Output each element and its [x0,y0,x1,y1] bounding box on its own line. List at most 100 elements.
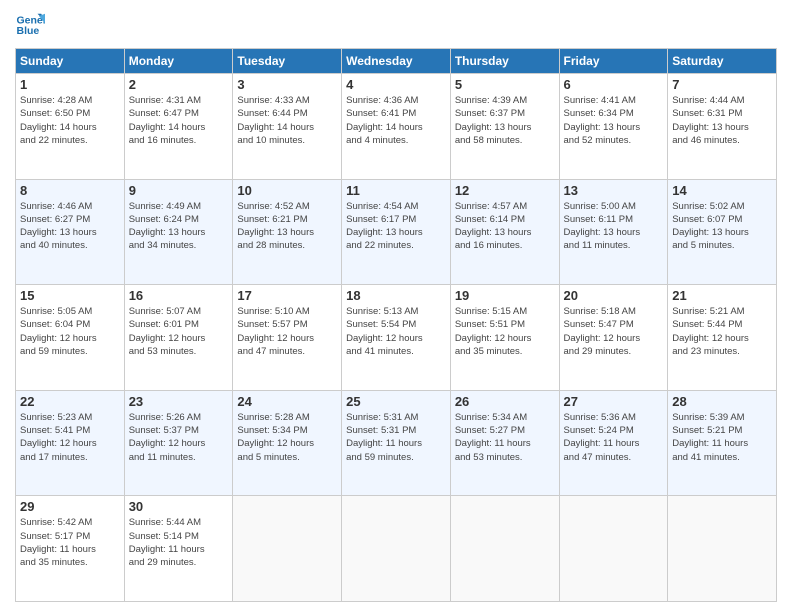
calendar-week-row: 8 Sunrise: 4:46 AM Sunset: 6:27 PM Daylig… [16,179,777,285]
day-info: Sunrise: 4:57 AM Sunset: 6:14 PM Dayligh… [455,200,555,253]
calendar-cell: 1Sunrise: 4:28 AM Sunset: 6:50 PM Daylig… [16,74,125,180]
day-info: Sunrise: 5:44 AM Sunset: 5:14 PM Dayligh… [129,516,229,569]
calendar-cell: 25Sunrise: 5:31 AM Sunset: 5:31 PM Dayli… [342,390,451,496]
header-row: SundayMondayTuesdayWednesdayThursdayFrid… [16,49,777,74]
day-info: Sunrise: 5:34 AM Sunset: 5:27 PM Dayligh… [455,411,555,464]
day-info: Sunrise: 5:26 AM Sunset: 5:37 PM Dayligh… [129,411,229,464]
day-info: Sunrise: 5:07 AM Sunset: 6:01 PM Dayligh… [129,305,229,358]
col-header-wednesday: Wednesday [342,49,451,74]
day-info: Sunrise: 4:36 AM Sunset: 6:41 PM Dayligh… [346,94,446,147]
day-number: 1 [20,77,120,92]
day-number: 11 [346,183,446,198]
day-number: 4 [346,77,446,92]
calendar-cell: 20 Sunrise: 5:18 AM Sunset: 5:47 PM Dayli… [559,285,668,391]
day-info: Sunrise: 5:18 AM Sunset: 5:47 PM Dayligh… [564,305,664,358]
day-number: 9 [129,183,229,198]
calendar-cell: 5 Sunrise: 4:39 AM Sunset: 6:37 PM Daylig… [450,74,559,180]
calendar-cell: 28Sunrise: 5:39 AM Sunset: 5:21 PM Dayli… [668,390,777,496]
day-info: Sunrise: 4:46 AM Sunset: 6:27 PM Dayligh… [20,200,120,253]
day-info: Sunrise: 4:52 AM Sunset: 6:21 PM Dayligh… [237,200,337,253]
day-number: 8 [20,183,120,198]
day-info: Sunrise: 4:33 AM Sunset: 6:44 PM Dayligh… [237,94,337,147]
day-info: Sunrise: 5:13 AM Sunset: 5:54 PM Dayligh… [346,305,446,358]
calendar-cell: 2 Sunrise: 4:31 AM Sunset: 6:47 PM Daylig… [124,74,233,180]
calendar-week-row: 22 Sunrise: 5:23 AM Sunset: 5:41 PM Dayli… [16,390,777,496]
day-number: 29 [20,499,120,514]
day-number: 21 [672,288,772,303]
day-info: Sunrise: 5:42 AM Sunset: 5:17 PM Dayligh… [20,516,120,569]
day-number: 3 [237,77,337,92]
calendar-cell: 27 Sunrise: 5:36 AM Sunset: 5:24 PM Dayli… [559,390,668,496]
day-number: 10 [237,183,337,198]
day-number: 23 [129,394,229,409]
day-info: Sunrise: 4:41 AM Sunset: 6:34 PM Dayligh… [564,94,664,147]
calendar-cell [342,496,451,602]
calendar-cell [559,496,668,602]
day-info: Sunrise: 5:28 AM Sunset: 5:34 PM Dayligh… [237,411,337,464]
day-number: 6 [564,77,664,92]
calendar-cell: 16Sunrise: 5:07 AM Sunset: 6:01 PM Dayli… [124,285,233,391]
calendar-cell: 30 Sunrise: 5:44 AM Sunset: 5:14 PM Dayli… [124,496,233,602]
col-header-monday: Monday [124,49,233,74]
day-info: Sunrise: 4:39 AM Sunset: 6:37 PM Dayligh… [455,94,555,147]
day-info: Sunrise: 4:44 AM Sunset: 6:31 PM Dayligh… [672,94,772,147]
day-info: Sunrise: 5:36 AM Sunset: 5:24 PM Dayligh… [564,411,664,464]
calendar-week-row: 29 Sunrise: 5:42 AM Sunset: 5:17 PM Dayli… [16,496,777,602]
day-number: 15 [20,288,120,303]
day-number: 19 [455,288,555,303]
calendar-cell: 6 Sunrise: 4:41 AM Sunset: 6:34 PM Daylig… [559,74,668,180]
calendar-cell: 3 Sunrise: 4:33 AM Sunset: 6:44 PM Daylig… [233,74,342,180]
col-header-thursday: Thursday [450,49,559,74]
day-number: 12 [455,183,555,198]
calendar-cell [668,496,777,602]
logo-icon: General Blue [15,10,45,40]
col-header-tuesday: Tuesday [233,49,342,74]
calendar-cell: 13 Sunrise: 5:00 AM Sunset: 6:11 PM Dayli… [559,179,668,285]
day-info: Sunrise: 5:23 AM Sunset: 5:41 PM Dayligh… [20,411,120,464]
day-info: Sunrise: 5:10 AM Sunset: 5:57 PM Dayligh… [237,305,337,358]
day-info: Sunrise: 4:31 AM Sunset: 6:47 PM Dayligh… [129,94,229,147]
day-number: 30 [129,499,229,514]
day-number: 20 [564,288,664,303]
calendar-table: SundayMondayTuesdayWednesdayThursdayFrid… [15,48,777,602]
day-info: Sunrise: 5:02 AM Sunset: 6:07 PM Dayligh… [672,200,772,253]
day-number: 26 [455,394,555,409]
calendar-week-row: 15 Sunrise: 5:05 AM Sunset: 6:04 PM Dayli… [16,285,777,391]
day-number: 7 [672,77,772,92]
calendar-cell: 23 Sunrise: 5:26 AM Sunset: 5:37 PM Dayli… [124,390,233,496]
calendar-cell [450,496,559,602]
day-number: 28 [672,394,772,409]
calendar-cell: 19Sunrise: 5:15 AM Sunset: 5:51 PM Dayli… [450,285,559,391]
col-header-saturday: Saturday [668,49,777,74]
day-info: Sunrise: 5:00 AM Sunset: 6:11 PM Dayligh… [564,200,664,253]
calendar-cell: 9 Sunrise: 4:49 AM Sunset: 6:24 PM Daylig… [124,179,233,285]
day-info: Sunrise: 5:05 AM Sunset: 6:04 PM Dayligh… [20,305,120,358]
day-number: 18 [346,288,446,303]
calendar-week-row: 1Sunrise: 4:28 AM Sunset: 6:50 PM Daylig… [16,74,777,180]
calendar-cell: 12 Sunrise: 4:57 AM Sunset: 6:14 PM Dayli… [450,179,559,285]
day-number: 13 [564,183,664,198]
day-number: 14 [672,183,772,198]
calendar-cell: 24 Sunrise: 5:28 AM Sunset: 5:34 PM Dayli… [233,390,342,496]
day-number: 24 [237,394,337,409]
calendar-cell: 29 Sunrise: 5:42 AM Sunset: 5:17 PM Dayli… [16,496,125,602]
day-number: 2 [129,77,229,92]
day-number: 27 [564,394,664,409]
calendar-cell: 7 Sunrise: 4:44 AM Sunset: 6:31 PM Daylig… [668,74,777,180]
calendar-cell: 22 Sunrise: 5:23 AM Sunset: 5:41 PM Dayli… [16,390,125,496]
day-number: 5 [455,77,555,92]
day-info: Sunrise: 5:31 AM Sunset: 5:31 PM Dayligh… [346,411,446,464]
day-info: Sunrise: 5:21 AM Sunset: 5:44 PM Dayligh… [672,305,772,358]
svg-text:Blue: Blue [17,25,40,37]
day-number: 22 [20,394,120,409]
day-number: 17 [237,288,337,303]
calendar-cell: 14 Sunrise: 5:02 AM Sunset: 6:07 PM Dayli… [668,179,777,285]
calendar-cell: 18 Sunrise: 5:13 AM Sunset: 5:54 PM Dayli… [342,285,451,391]
day-info: Sunrise: 4:49 AM Sunset: 6:24 PM Dayligh… [129,200,229,253]
col-header-friday: Friday [559,49,668,74]
calendar-cell: 8 Sunrise: 4:46 AM Sunset: 6:27 PM Daylig… [16,179,125,285]
day-info: Sunrise: 4:54 AM Sunset: 6:17 PM Dayligh… [346,200,446,253]
calendar-cell: 26 Sunrise: 5:34 AM Sunset: 5:27 PM Dayli… [450,390,559,496]
calendar-cell: 17 Sunrise: 5:10 AM Sunset: 5:57 PM Dayli… [233,285,342,391]
calendar-cell: 4 Sunrise: 4:36 AM Sunset: 6:41 PM Daylig… [342,74,451,180]
